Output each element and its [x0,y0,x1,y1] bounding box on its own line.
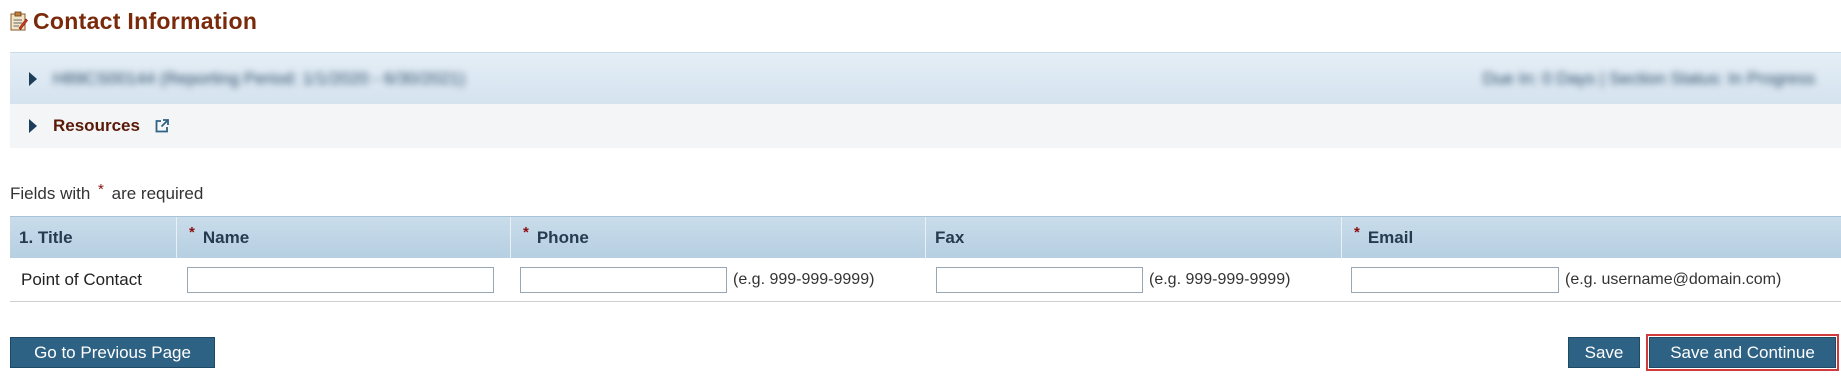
required-star-icon: * [98,181,104,198]
header-fax: Fax [925,217,1341,259]
email-hint: (e.g. username@domain.com) [1565,270,1782,288]
fax-hint: (e.g. 999-999-9999) [1149,270,1291,288]
email-input[interactable] [1351,266,1559,293]
phone-cell: (e.g. 999-999-9999) [520,258,874,301]
caret-right-icon[interactable] [29,71,37,86]
email-cell: (e.g. username@domain.com) [1351,258,1781,301]
required-star-icon: * [1354,223,1360,241]
header-email: * Email [1341,217,1841,259]
header-phone-label: Phone [536,228,589,247]
fax-cell: (e.g. 999-999-9999) [936,258,1290,301]
table-row: Point of Contact (e.g. 999-999-9999) (e.… [10,258,1841,302]
resources-label[interactable]: Resources [53,116,140,136]
required-note-prefix: Fields with [10,184,91,203]
row-title: Point of Contact [21,269,142,289]
header-phone: * Phone [510,217,925,259]
required-star-icon: * [523,223,529,241]
previous-page-button[interactable]: Go to Previous Page [10,337,215,368]
submission-accordion[interactable]: H89CS00144 (Reporting Period: 1/1/2020 -… [10,52,1841,104]
resources-accordion[interactable]: Resources [10,104,1841,148]
header-name: * Name [176,217,510,259]
save-continue-highlight: Save and Continue [1646,334,1839,371]
required-star-icon: * [189,223,195,241]
header-fax-label: Fax [935,228,965,247]
name-input[interactable] [187,266,494,293]
name-cell [187,258,494,301]
external-link-icon[interactable] [154,118,170,134]
page-title: Contact Information [33,7,258,34]
phone-input[interactable] [520,266,727,293]
caret-right-icon[interactable] [29,119,37,133]
header-title: 1. Title [10,217,176,259]
phone-hint: (e.g. 999-999-9999) [733,270,875,288]
header-name-label: Name [202,228,250,247]
submission-info: H89CS00144 (Reporting Period: 1/1/2020 -… [53,68,466,88]
clipboard-edit-icon [10,11,28,31]
save-and-continue-button[interactable]: Save and Continue [1649,337,1836,368]
fax-input[interactable] [936,266,1143,293]
header-email-label: Email [1367,228,1414,247]
table-header: 1. Title * Name * Phone Fax * Email [10,216,1841,259]
required-fields-note: Fields with * are required [10,181,204,204]
save-button[interactable]: Save [1568,337,1640,368]
header-title-label: 1. Title [19,228,73,247]
section-status: Due In: 0 Days | Section Status: In Prog… [1482,68,1815,88]
page-header: Contact Information [10,4,257,38]
required-note-suffix: are required [111,184,204,203]
